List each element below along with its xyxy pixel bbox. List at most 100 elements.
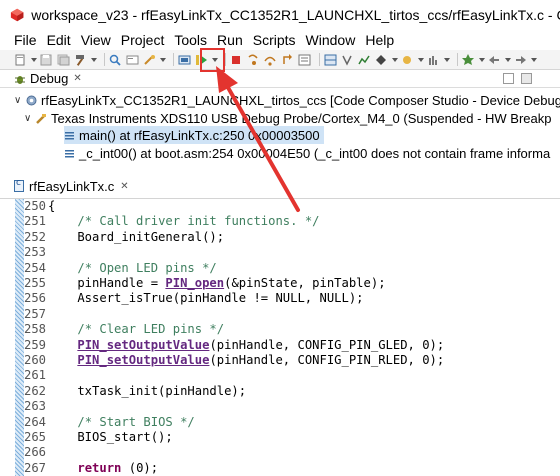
terminate-icon[interactable]: [230, 54, 243, 66]
code-line[interactable]: 266: [24, 445, 48, 460]
debug-config-icon[interactable]: [143, 54, 156, 66]
step-over-icon[interactable]: [264, 54, 277, 66]
debug-config-dropdown-icon[interactable]: [160, 54, 166, 66]
code-line[interactable]: 259 PIN_setOutputValue(pinHandle, CONFIG…: [24, 338, 444, 353]
menu-edit[interactable]: Edit: [47, 32, 71, 48]
debug-tab-title[interactable]: Debug: [30, 71, 68, 86]
collapse-chevron-icon[interactable]: ∨: [14, 95, 26, 106]
expressions-icon[interactable]: [341, 54, 354, 66]
menu-window[interactable]: Window: [306, 32, 356, 48]
disassembly-icon[interactable]: [298, 54, 311, 66]
code-line[interactable]: 250{: [24, 199, 55, 214]
code-token: Board_initGeneral();: [48, 229, 225, 244]
code-line[interactable]: 262 txTask_init(pinHandle);: [24, 384, 246, 399]
code-line[interactable]: 258 /* Clear LED pins */: [24, 322, 224, 337]
debug-view-header: Debug ✕: [0, 70, 560, 88]
line-number: 265: [24, 430, 47, 444]
collapse-chevron-icon[interactable]: ∨: [24, 113, 36, 124]
code-line[interactable]: 263: [24, 399, 48, 414]
menu-tools[interactable]: Tools: [174, 32, 207, 48]
line-number: 264: [24, 414, 47, 429]
code-line[interactable]: 251 /* Call driver init functions. */: [24, 214, 320, 229]
editor-tab-close-icon[interactable]: ✕: [120, 181, 128, 192]
tree-item-core[interactable]: ∨ Texas Instruments XDS110 USB Debug Pro…: [24, 109, 552, 127]
line-number: 258: [24, 322, 47, 337]
code-line[interactable]: 252 Board_initGeneral();: [24, 230, 224, 245]
target-icon[interactable]: [375, 54, 388, 66]
window-title: workspace_v23 - rfEasyLinkTx_CC1352R1_LA…: [31, 7, 560, 23]
code-line[interactable]: 267 return (0);: [24, 461, 158, 476]
code-editor[interactable]: 250{251 /* Call driver init functions. *…: [0, 199, 560, 476]
code-line[interactable]: 255 pinHandle = PIN_open(&pinState, pinT…: [24, 276, 386, 291]
graph-icon[interactable]: [358, 54, 371, 66]
line-number: 259: [24, 337, 47, 352]
menu-view[interactable]: View: [81, 32, 111, 48]
code-token: pinHandle =: [48, 276, 166, 290]
resume-highlight-box: [200, 48, 225, 72]
search-icon[interactable]: [109, 54, 122, 66]
line-number: 261: [24, 368, 47, 383]
build-hammer-icon[interactable]: [74, 54, 87, 66]
tree-item-frame-cint00[interactable]: _c_int00() at boot.asm:254 0x00004E50 (_…: [64, 144, 550, 162]
line-number: 267: [24, 460, 47, 475]
star-dropdown-icon[interactable]: [479, 54, 485, 66]
thread-suspended-icon: [36, 113, 46, 124]
c-file-icon: [14, 178, 24, 192]
step-return-icon[interactable]: [281, 53, 294, 66]
profile-dropdown-icon[interactable]: [444, 54, 450, 66]
console-icon[interactable]: [126, 54, 139, 66]
menu-project[interactable]: Project: [121, 32, 165, 48]
tree-item-launch[interactable]: ∨ rfEasyLinkTx_CC1352R1_LAUNCHXL_tirtos_…: [14, 91, 560, 109]
menu-bar: File Edit View Project Tools Run Scripts…: [0, 30, 560, 50]
target-dropdown-icon[interactable]: [392, 54, 398, 66]
menu-scripts[interactable]: Scripts: [253, 32, 296, 48]
line-number: 251: [24, 214, 47, 229]
nav-back-icon[interactable]: [488, 54, 501, 66]
gel-dropdown-icon[interactable]: [418, 54, 424, 66]
tree-item-launch-label: rfEasyLinkTx_CC1352R1_LAUNCHXL_tirtos_cc…: [41, 92, 560, 108]
save-all-icon[interactable]: [57, 54, 70, 66]
code-line[interactable]: 265 BIOS_start();: [24, 430, 173, 445]
menu-run[interactable]: Run: [217, 32, 243, 48]
code-line[interactable]: 256 Assert_isTrue(pinHandle != NULL, NUL…: [24, 291, 364, 306]
nav-back-dropdown-icon[interactable]: [505, 54, 511, 66]
line-number: 262: [24, 383, 47, 398]
line-number: 250: [24, 199, 47, 213]
code-line[interactable]: 254 /* Open LED pins */: [24, 261, 217, 276]
minimize-view-icon[interactable]: [503, 73, 514, 84]
save-icon[interactable]: [40, 54, 53, 66]
debug-tab-close-icon[interactable]: ✕: [73, 73, 81, 84]
menu-help[interactable]: Help: [365, 32, 394, 48]
debug-bug-icon: [15, 75, 25, 84]
code-token: /* Start BIOS */: [77, 414, 195, 429]
new-dropdown-icon[interactable]: [31, 54, 37, 66]
code-token: PIN_setOutputValue: [77, 337, 210, 352]
code-token: (0);: [121, 460, 159, 475]
profile-icon[interactable]: [427, 54, 440, 66]
code-line[interactable]: 261: [24, 368, 48, 383]
line-number: 255: [24, 276, 47, 290]
code-token: PIN_setOutputValue: [77, 353, 210, 367]
build-dropdown-icon[interactable]: [91, 54, 97, 66]
maximize-view-icon[interactable]: [521, 73, 532, 84]
nav-forward-icon[interactable]: [514, 54, 527, 66]
nav-forward-dropdown-icon[interactable]: [531, 54, 537, 66]
star-icon[interactable]: [462, 53, 475, 66]
tree-item-frame-main[interactable]: main() at rfEasyLinkTx.c:250 0x00003500: [64, 126, 324, 144]
registers-icon[interactable]: [324, 54, 337, 66]
code-line[interactable]: 257: [24, 307, 48, 322]
title-bar: workspace_v23 - rfEasyLinkTx_CC1352R1_LA…: [0, 0, 560, 30]
code-token: Assert_isTrue(pinHandle != NULL, NULL);: [48, 291, 364, 306]
menu-file[interactable]: File: [14, 32, 37, 48]
memory-icon[interactable]: [178, 54, 191, 66]
step-into-icon[interactable]: [247, 54, 260, 66]
code-token: PIN_open: [165, 276, 225, 290]
code-line[interactable]: 260 PIN_setOutputValue(pinHandle, CONFIG…: [24, 353, 444, 368]
code-line[interactable]: 264 /* Start BIOS */: [24, 415, 195, 430]
new-icon[interactable]: [14, 54, 27, 66]
editor-tab-rfeasylinktx[interactable]: rfEasyLinkTx.c ✕: [14, 176, 139, 198]
editor-tab-label: rfEasyLinkTx.c: [29, 178, 115, 194]
gel-icon[interactable]: [401, 54, 414, 66]
line-number: 253: [24, 245, 47, 260]
code-line[interactable]: 253: [24, 245, 48, 260]
